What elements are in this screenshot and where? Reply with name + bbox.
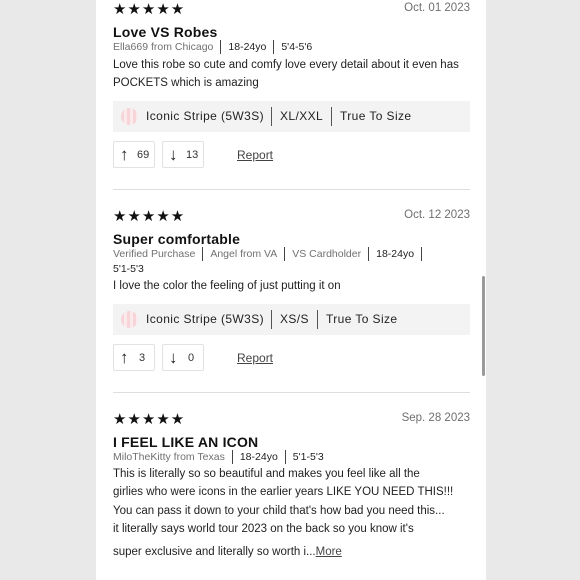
arrow-down-icon: ↓ <box>169 145 178 164</box>
stripe-swatch-icon <box>121 311 138 328</box>
review-body-line: This is literally so so beautiful and ma… <box>113 468 420 480</box>
review-body-line: You can pass it down to your child that'… <box>113 504 445 517</box>
reviewer-age: 18-24yo <box>239 451 278 463</box>
reviewer-name: Angel from VA <box>210 248 278 260</box>
divider <box>113 189 470 190</box>
review-title: Super comfortable <box>113 231 241 247</box>
product-color: Iconic Stripe (5W3S) <box>146 312 265 326</box>
stripe-swatch-icon <box>121 108 138 125</box>
review-date: Oct. 01 2023 <box>404 2 470 14</box>
upvote-button[interactable]: ↑ 69 <box>113 141 155 168</box>
product-color: Iconic Stripe (5W3S) <box>146 109 265 123</box>
reviewer-name: Ella669 from Chicago <box>113 41 214 53</box>
purchase-details: Iconic Stripe (5W3S) XS/S True To Size <box>113 304 470 335</box>
downvote-button[interactable]: ↓ 13 <box>162 141 204 168</box>
review-body-line: it literally says world tour 2023 on the… <box>113 522 414 535</box>
verified-purchase: Verified Purchase <box>113 248 196 260</box>
purchase-details: Iconic Stripe (5W3S) XL/XXL True To Size <box>113 101 470 132</box>
divider <box>113 392 470 393</box>
reviewer-meta: MiloTheKitty from Texas 18-24yo 5'1-5'3 <box>113 450 470 465</box>
upvote-button[interactable]: ↑ 3 <box>113 344 155 371</box>
scrollbar-thumb[interactable] <box>482 276 485 376</box>
reviewer-height: 5'1-5'3 <box>113 263 144 275</box>
star-rating: ★★★★★ <box>113 411 186 428</box>
review-card: ★★★★★ Oct. 01 2023 Love VS Robes Ella669… <box>113 0 470 190</box>
upvote-count: 69 <box>137 149 150 161</box>
review-date: Sep. 28 2023 <box>401 412 470 424</box>
reviewer-age: 18-24yo <box>228 41 267 53</box>
product-size: XS/S <box>280 312 309 326</box>
reviewer-name: MiloTheKitty from Texas <box>113 451 225 463</box>
review-title: Love VS Robes <box>113 24 218 40</box>
downvote-count: 0 <box>188 352 195 364</box>
review-title: I FEEL LIKE AN ICON <box>113 434 259 450</box>
reviewer-height: 5'1-5'3 <box>292 451 324 463</box>
arrow-down-icon: ↓ <box>169 348 178 367</box>
product-fit: True To Size <box>326 312 398 326</box>
review-card: ★★★★★ Sep. 28 2023 I FEEL LIKE AN ICON M… <box>113 410 470 580</box>
review-body-last-line: super exclusive and literally so worth i… <box>113 543 470 561</box>
upvote-count: 3 <box>139 352 146 364</box>
arrow-up-icon: ↑ <box>120 348 129 367</box>
read-more-link[interactable]: More <box>316 546 342 558</box>
downvote-count: 13 <box>186 149 199 161</box>
review-body: Love this robe so cute and comfy love ev… <box>113 59 459 90</box>
reviewer-meta: Ella669 from Chicago 18-24yo 5'4-5'6 <box>113 40 470 55</box>
report-link[interactable]: Report <box>237 351 273 365</box>
review-body: This is literally so so beautiful and ma… <box>113 465 470 561</box>
reviewer-meta: Verified Purchase Angel from VA VS Cardhol… <box>113 247 470 277</box>
review-card: ★★★★★ Oct. 12 2023 Super comfortable Ver… <box>113 207 470 392</box>
review-date: Oct. 12 2023 <box>404 209 470 221</box>
review-body-truncated: super exclusive and literally so worth i… <box>113 546 316 559</box>
review-body: I love the color the feeling of just put… <box>113 280 341 292</box>
cardholder-badge: VS Cardholder <box>292 248 362 260</box>
review-body-line: girlies who were icons in the earlier ye… <box>113 486 454 499</box>
report-link[interactable]: Report <box>237 148 273 162</box>
reviewer-height: 5'4-5'6 <box>281 41 313 53</box>
product-fit: True To Size <box>340 109 412 123</box>
reviewer-age: 18-24yo <box>376 248 415 260</box>
star-rating: ★★★★★ <box>113 1 186 18</box>
arrow-up-icon: ↑ <box>120 145 129 164</box>
downvote-button[interactable]: ↓ 0 <box>162 344 204 371</box>
product-size: XL/XXL <box>280 109 324 123</box>
star-rating: ★★★★★ <box>113 208 186 225</box>
